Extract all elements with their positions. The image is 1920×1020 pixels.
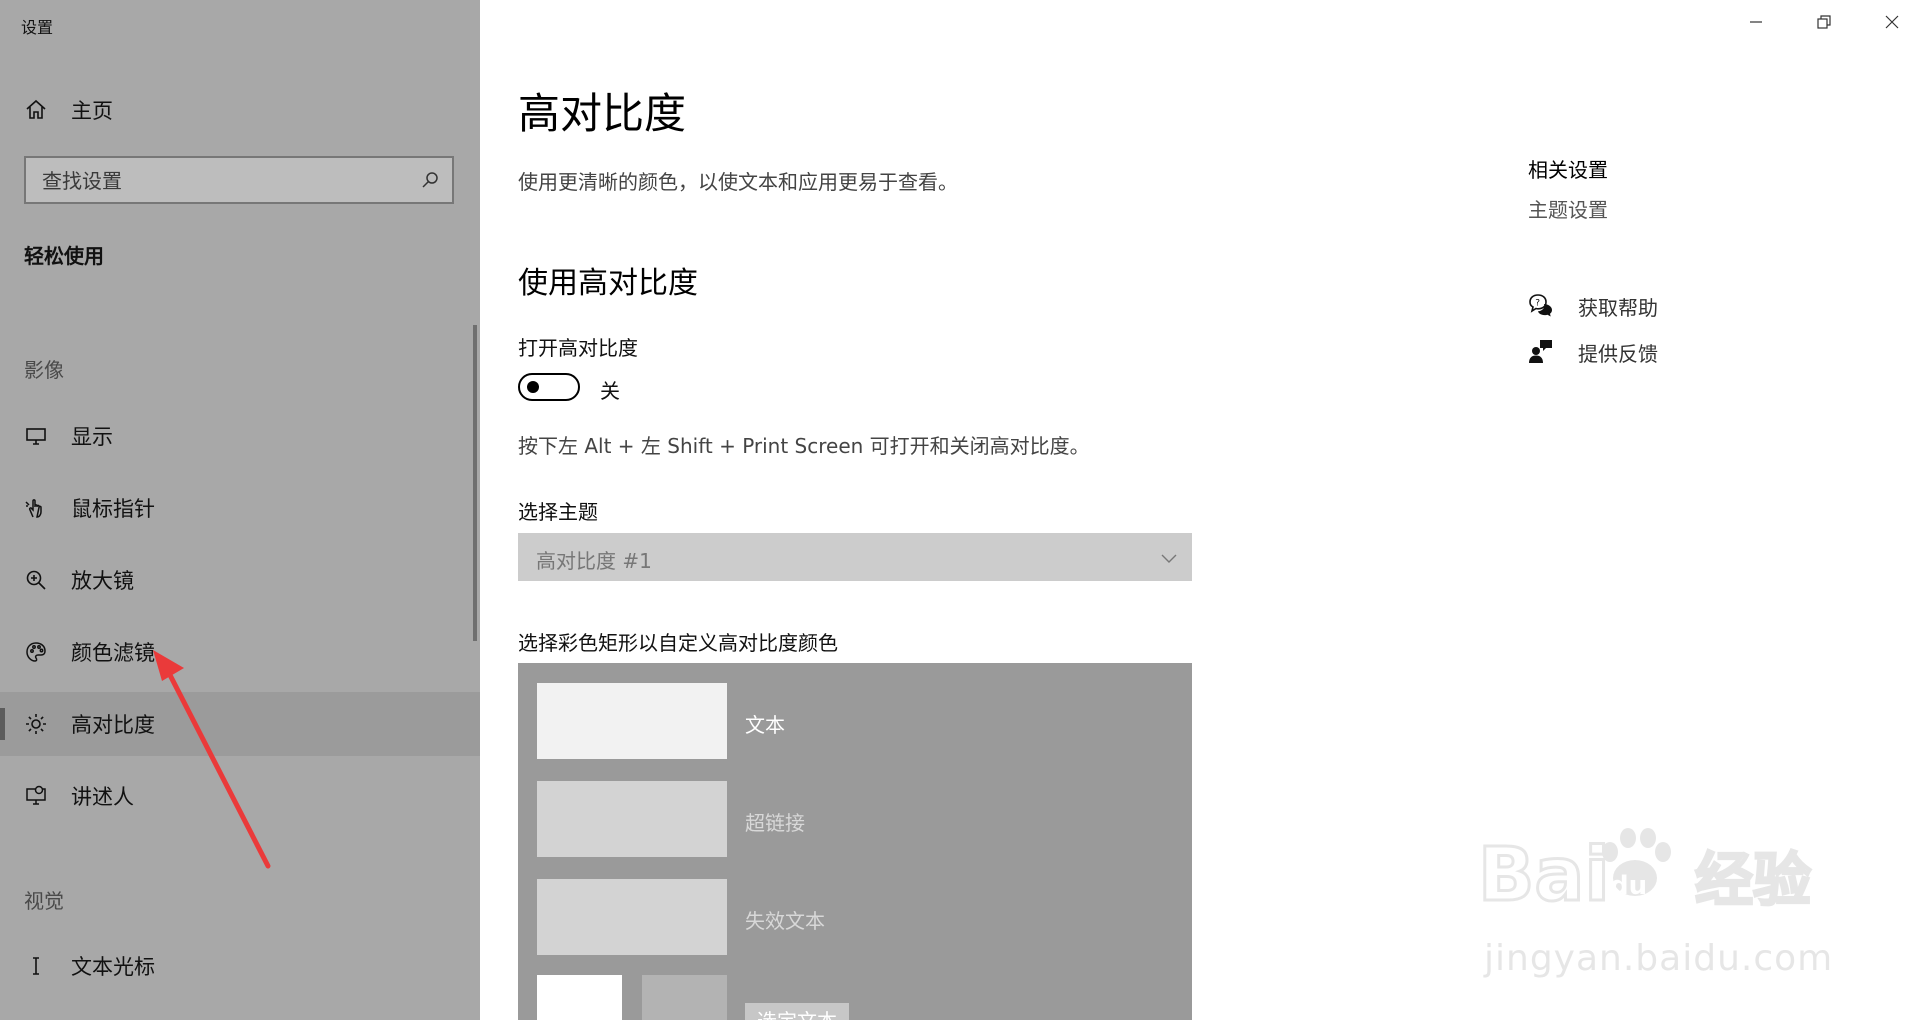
- brightness-icon: [22, 710, 50, 738]
- narrator-icon: [22, 782, 50, 810]
- hyperlink-color-swatch[interactable]: [537, 781, 727, 857]
- theme-label: 选择主题: [518, 500, 598, 524]
- palette-icon: [22, 638, 50, 666]
- toggle-label: 打开高对比度: [518, 336, 638, 360]
- sidebar-item-home[interactable]: 主页: [0, 78, 480, 142]
- page-description: 使用更清晰的颜色，以使文本和应用更易于查看。: [518, 170, 958, 194]
- color-customize-label: 选择彩色矩形以自定义高对比度颜色: [518, 631, 838, 655]
- theme-dropdown[interactable]: 高对比度 #1: [518, 533, 1192, 581]
- give-feedback-label: 提供反馈: [1578, 342, 1658, 366]
- search-input[interactable]: [40, 158, 414, 204]
- sidebar-item-label: 主页: [71, 99, 113, 123]
- sidebar: 设置 主页 轻松使用 影像 显示 鼠标指针 放大镜 颜色滤: [0, 0, 480, 1020]
- svg-text:du: du: [1610, 871, 1647, 901]
- feedback-icon: [1528, 338, 1554, 364]
- sidebar-item-label: 颜色滤镜: [71, 641, 155, 665]
- home-icon: [22, 96, 50, 124]
- sidebar-item-color-filters[interactable]: 颜色滤镜: [0, 620, 480, 684]
- sidebar-item-label: 文本光标: [71, 955, 155, 979]
- group-title: 轻松使用: [24, 244, 104, 268]
- monitor-icon: [22, 422, 50, 450]
- toggle-knob: [527, 381, 539, 393]
- sidebar-item-label: 高对比度: [71, 713, 155, 737]
- svg-text:?: ?: [1535, 298, 1540, 308]
- pointer-icon: [22, 494, 50, 522]
- chat-help-icon: ?: [1528, 292, 1554, 318]
- svg-text:Bai: Bai: [1478, 832, 1610, 918]
- search-box[interactable]: [24, 156, 454, 204]
- sidebar-item-label: 放大镜: [71, 569, 134, 593]
- watermark-domain: jingyan.baidu.com: [1484, 938, 1834, 979]
- get-help-label: 获取帮助: [1578, 296, 1658, 320]
- sidebar-item-label: 讲述人: [71, 785, 134, 809]
- chevron-down-icon: [1160, 549, 1178, 567]
- swatch-label-disabled-text: 失效文本: [745, 909, 825, 933]
- selected-text-preview: 选定文本: [745, 1003, 849, 1020]
- baidu-watermark: Bai du 经验 jingyan.baidu.com: [1470, 800, 1834, 990]
- sidebar-item-label: 显示: [71, 425, 113, 449]
- baidu-logo: Bai du 经验: [1477, 828, 1812, 920]
- section-title: 使用高对比度: [518, 266, 698, 301]
- give-feedback-link[interactable]: 提供反馈: [1528, 336, 1788, 368]
- sidebar-item-display[interactable]: 显示: [0, 404, 480, 468]
- sidebar-item-high-contrast[interactable]: 高对比度: [0, 692, 480, 756]
- sidebar-item-magnifier[interactable]: 放大镜: [0, 548, 480, 612]
- disabled-text-color-swatch[interactable]: [537, 879, 727, 955]
- search-icon[interactable]: [420, 170, 440, 190]
- selected-text-background-swatch[interactable]: [642, 975, 727, 1020]
- category-heading-visual: 视觉: [24, 889, 64, 913]
- high-contrast-toggle[interactable]: [518, 373, 580, 401]
- theme-dropdown-value: 高对比度 #1: [536, 549, 652, 573]
- sidebar-item-label: 鼠标指针: [71, 497, 155, 521]
- sidebar-item-mouse-pointer[interactable]: 鼠标指针: [0, 476, 480, 540]
- text-color-swatch[interactable]: [537, 683, 727, 759]
- swatch-label-text: 文本: [745, 713, 785, 737]
- sidebar-scrollbar[interactable]: [473, 325, 477, 641]
- svg-text:经验: 经验: [1695, 846, 1811, 914]
- page-title: 高对比度: [518, 89, 687, 138]
- sidebar-item-narrator[interactable]: 讲述人: [0, 764, 480, 828]
- text-cursor-icon: [22, 952, 50, 980]
- shortcut-hint: 按下左 Alt + 左 Shift + Print Screen 可打开和关闭高…: [518, 434, 1090, 458]
- selected-text-foreground-swatch[interactable]: [537, 975, 622, 1020]
- app-title: 设置: [21, 18, 54, 37]
- toggle-state-label: 关: [600, 379, 620, 403]
- category-heading-vision: 影像: [24, 358, 64, 382]
- magnifier-icon: [22, 566, 50, 594]
- related-settings-title: 相关设置: [1528, 158, 1608, 182]
- get-help-link[interactable]: ? 获取帮助: [1528, 290, 1788, 322]
- sidebar-item-text-cursor[interactable]: 文本光标: [0, 934, 480, 998]
- swatch-label-hyperlink: 超链接: [745, 811, 805, 835]
- theme-settings-link[interactable]: 主题设置: [1528, 194, 1608, 223]
- color-swatch-panel: 文本 超链接 失效文本 选定文本: [518, 663, 1192, 1020]
